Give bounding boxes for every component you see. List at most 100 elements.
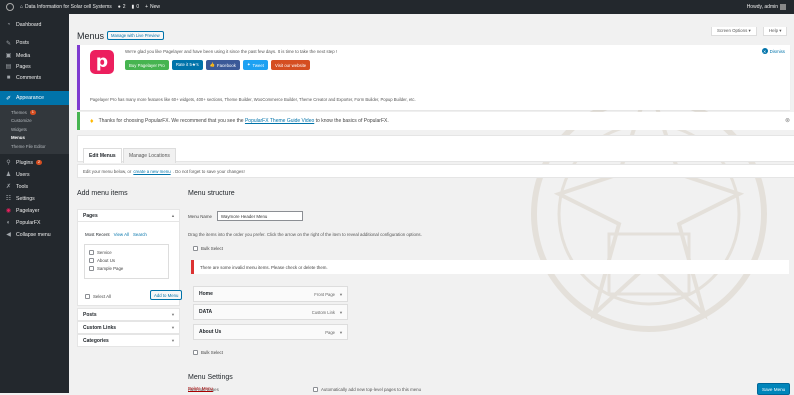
pagelayer-notice: p We're glad you like Pagelayer and have… <box>77 45 790 110</box>
checkbox[interactable] <box>193 246 198 251</box>
popularfx-notice: ♦ Thanks for choosing PopularFX. We reco… <box>77 112 794 130</box>
chevron-down-icon: ▼ <box>171 325 175 330</box>
custom-links-accordion[interactable]: Custom Links ▼ <box>77 321 180 334</box>
posts-accordion[interactable]: Posts ▼ <box>77 308 180 321</box>
sidebar-item-appearance[interactable]: ✐ Appearance <box>0 91 69 105</box>
menu-item-data[interactable]: DATA Custom Link ▼ <box>193 304 348 320</box>
comments-count: 2 <box>122 4 126 10</box>
tweet-button[interactable]: ✦ Tweet <box>242 60 268 70</box>
pagelayer-features-text: Pagelayer Pro has many more features lik… <box>90 97 416 102</box>
tab-view-all[interactable]: View All <box>114 232 129 237</box>
chevron-down-icon[interactable]: ▼ <box>339 330 343 335</box>
categories-accordion[interactable]: Categories ▼ <box>77 334 180 347</box>
chevron-down-icon[interactable]: ▼ <box>339 292 343 297</box>
checkbox[interactable] <box>193 350 198 355</box>
tab-search[interactable]: Search <box>133 232 147 237</box>
list-item[interactable]: Sample Page <box>89 264 168 272</box>
site-home-link[interactable]: ⌂ Data Information for Solar cell Systems <box>20 4 112 10</box>
dismiss-icon[interactable]: ⊗ <box>785 117 790 124</box>
pages-accordion[interactable]: Pages ▲ <box>77 209 180 222</box>
tab-most-recent[interactable]: Most Recent <box>85 232 110 237</box>
rate-button[interactable]: Rate it 5★'s <box>171 60 203 70</box>
visit-website-button[interactable]: Visit our website <box>270 60 311 70</box>
howdy-text: Howdy, admin <box>746 4 778 10</box>
save-menu-button[interactable]: Save Menu <box>757 383 791 395</box>
plugins-badge: 2 <box>36 160 42 165</box>
submenu-theme-file-editor[interactable]: Theme File Editor <box>0 142 69 151</box>
sidebar-item-plugins[interactable]: ⚲ Plugins 2 <box>0 157 69 169</box>
menu-structure-heading: Menu structure <box>188 190 235 197</box>
tab-manage-locations[interactable]: Manage Locations <box>123 148 176 163</box>
sidebar-item-posts[interactable]: ✎ Posts <box>0 36 69 50</box>
menu-settings-heading: Menu Settings <box>188 374 233 381</box>
sidebar-item-media[interactable]: ▣ Media <box>0 50 69 61</box>
facebook-button[interactable]: 👍 Facebook <box>205 60 240 70</box>
bulk-select-top[interactable]: Bulk Select <box>193 246 223 251</box>
site-name: Data Information for Solar cell Systems <box>25 4 112 10</box>
checkbox[interactable] <box>89 249 94 255</box>
manage-live-preview-button[interactable]: Manage with Live Preview <box>107 31 164 40</box>
menu-name-row: Menu Name Waymore Header Menu <box>188 211 303 221</box>
menu-item-about-us[interactable]: About Us Page ▼ <box>193 324 348 340</box>
pagelayer-buttons: Buy Pagelayer Pro Rate it 5★'s 👍 Facebook… <box>125 60 311 70</box>
select-all[interactable]: Select All <box>85 294 111 299</box>
menu-tabs: Edit Menus Manage Locations <box>77 135 794 163</box>
comments-link[interactable]: ● 2 <box>118 4 126 10</box>
checkbox[interactable] <box>313 387 318 392</box>
help-button[interactable]: Help ▾ <box>763 27 788 36</box>
checkbox[interactable] <box>89 265 94 271</box>
chevron-down-icon[interactable]: ▼ <box>339 310 343 315</box>
plus-icon: + <box>145 4 149 10</box>
submenu-customize[interactable]: Customize <box>0 117 69 126</box>
sidebar-item-dashboard[interactable]: ◔ Dashboard <box>0 18 69 32</box>
sidebar-item-settings[interactable]: ☷ Settings <box>0 193 69 205</box>
theme-guide-link[interactable]: PopularFX Theme Guide Video <box>245 118 314 124</box>
home-icon: ⌂ <box>20 4 24 10</box>
tools-icon: ✗ <box>5 184 12 190</box>
tab-edit-menus[interactable]: Edit Menus <box>83 148 122 163</box>
menu-name-input[interactable]: Waymore Header Menu <box>216 211 303 221</box>
sidebar-item-pages[interactable]: ▤ Pages <box>0 61 69 72</box>
checkbox[interactable] <box>89 257 94 263</box>
user-account[interactable]: Howdy, admin <box>747 4 786 10</box>
add-to-menu-button[interactable]: Add to Menu <box>150 290 183 300</box>
dismiss-pagelayer-notice[interactable]: ✕ Dismiss <box>761 48 785 54</box>
pages-inner-tabs: Most Recent View All Search <box>85 232 147 237</box>
add-menu-items-panel: Add menu items Pages ▲ Most Recent View A… <box>77 190 183 360</box>
popularfx-icon: ◐ <box>6 219 11 226</box>
sidebar-item-pagelayer[interactable]: ◉ Pagelayer <box>0 205 69 217</box>
collapse-icon: ◀ <box>6 232 11 238</box>
menu-item-home[interactable]: Home Front Page ▼ <box>193 286 348 302</box>
submenu-themes[interactable]: Themes 1 <box>0 108 69 117</box>
submenu-menus[interactable]: Menus <box>0 134 69 143</box>
chevron-up-icon: ▲ <box>171 213 175 218</box>
delete-menu-link[interactable]: Delete Menu <box>188 386 213 391</box>
pagelayer-icon: ◉ <box>5 208 12 214</box>
sidebar-item-comments[interactable]: ■ Comments <box>0 72 69 83</box>
updates-count: 0 <box>136 4 140 10</box>
new-label: New <box>150 4 161 10</box>
page-icon: ▤ <box>5 64 12 70</box>
wp-logo-icon[interactable] <box>6 3 14 11</box>
dashboard-icon: ◔ <box>6 22 11 28</box>
themes-badge: 1 <box>29 109 36 115</box>
create-new-menu-link[interactable]: create a new menu <box>133 169 170 174</box>
buy-pagelayer-pro-button[interactable]: Buy Pagelayer Pro <box>125 60 169 70</box>
bulk-select-bottom[interactable]: Bulk Select <box>193 350 223 355</box>
submenu-widgets[interactable]: Widgets <box>0 125 69 134</box>
sidebar-item-tools[interactable]: ✗ Tools <box>0 181 69 193</box>
list-item[interactable]: Service <box>89 248 168 256</box>
screen-options-button[interactable]: Screen Options ▾ <box>711 27 757 36</box>
sidebar-item-users[interactable]: ♟ Users <box>0 169 69 181</box>
collapse-menu[interactable]: ◀ Collapse menu <box>0 229 69 241</box>
admin-bar: ⌂ Data Information for Solar cell Systems… <box>0 0 794 14</box>
plugin-icon: ⚲ <box>6 160 11 166</box>
media-icon: ▣ <box>5 53 12 59</box>
updates-link[interactable]: ▮ 0 <box>132 4 140 10</box>
sidebar-item-popularfx[interactable]: ◐ PopularFX <box>0 217 69 229</box>
checkbox[interactable] <box>85 294 90 299</box>
menu-name-label: Menu Name <box>188 213 212 219</box>
new-content-link[interactable]: + New <box>145 4 160 10</box>
auto-add-option[interactable]: Automatically add new top-level pages to… <box>313 387 421 392</box>
list-item[interactable]: About Us <box>89 256 168 264</box>
